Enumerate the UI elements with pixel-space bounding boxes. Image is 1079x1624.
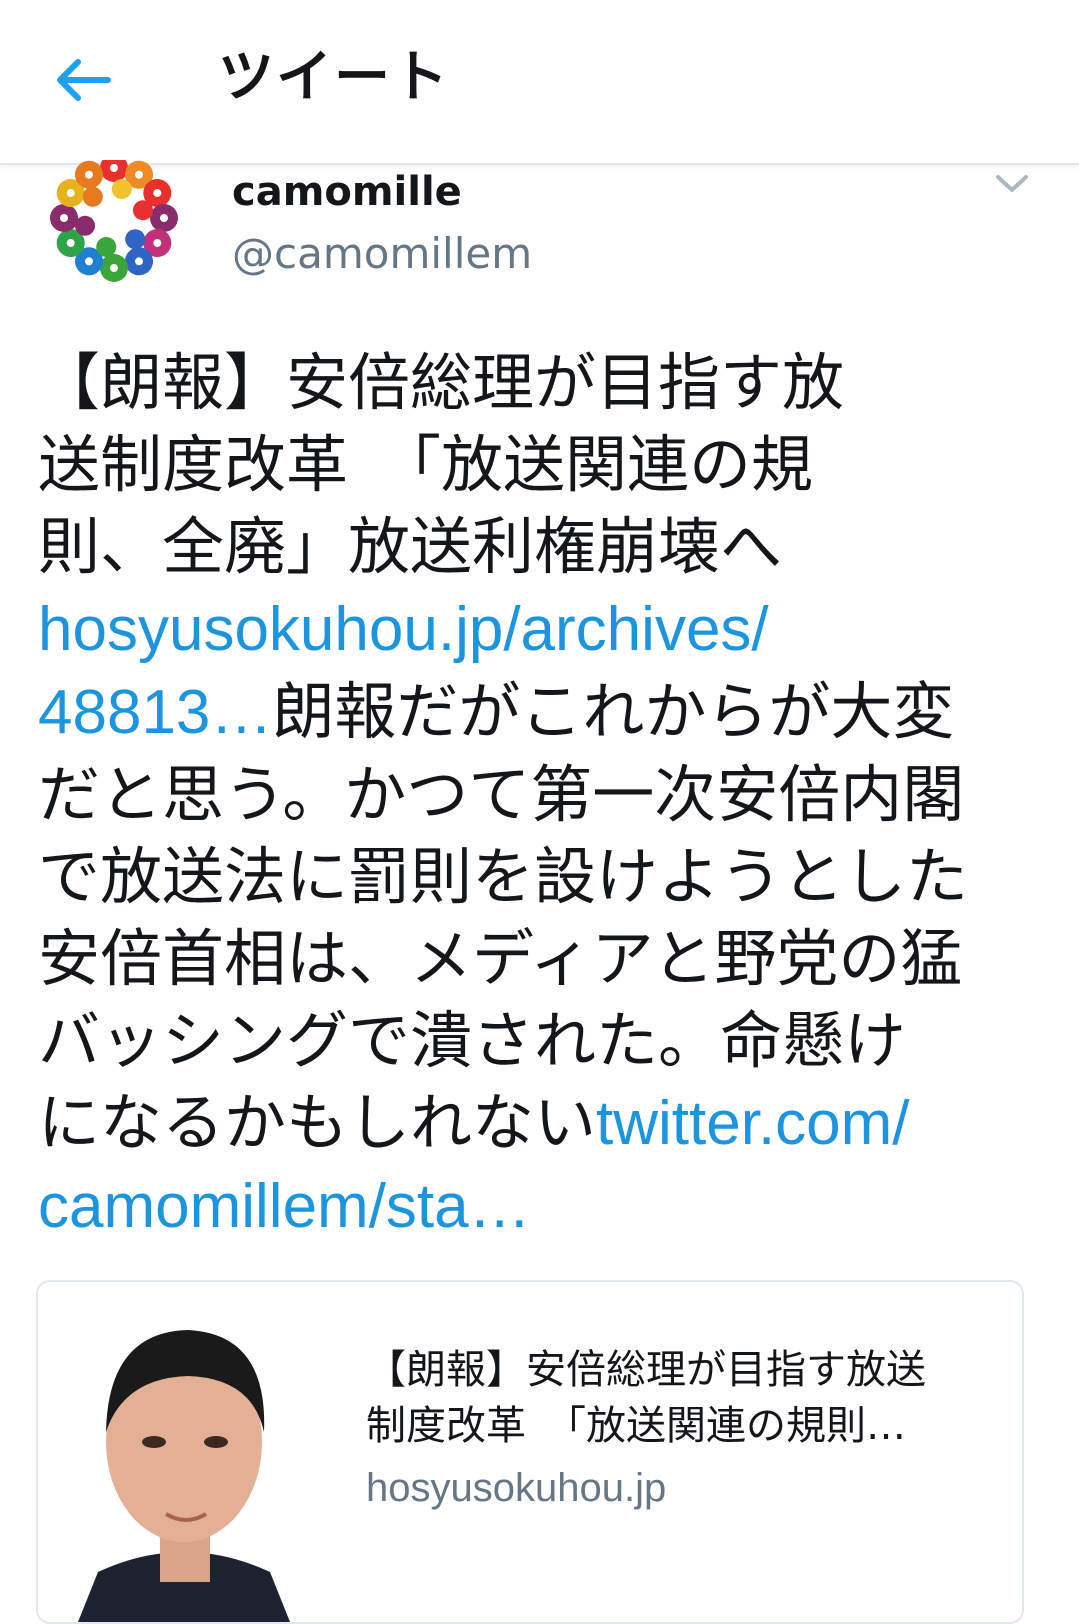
card-domain: hosyusokuhou.jp: [366, 1466, 667, 1510]
tweet-options-button[interactable]: [984, 164, 1040, 204]
back-button[interactable]: [48, 44, 120, 116]
page-title: ツイート: [218, 45, 450, 110]
arrow-left-icon: [57, 59, 111, 101]
app-header: ツイート: [0, 0, 1079, 165]
tweet-text: 【朗報】安倍総理が目指す放 送制度改革 「放送関連の規 則、全廃」放送利権崩壊へ…: [38, 342, 1038, 1248]
user-handle[interactable]: @camomillem: [232, 228, 532, 280]
flower-wreath-avatar: [50, 160, 178, 282]
user-name[interactable]: camomille: [232, 166, 462, 218]
link-preview-card[interactable]: 【朗報】安倍総理が目指す放送 制度改革 「放送関連の規則… hosyusokuh…: [36, 1280, 1024, 1624]
card-thumbnail: [38, 1282, 330, 1622]
chevron-down-icon: [996, 175, 1028, 192]
tweet-text-segment: 朗報だがこれからが大変 だと思う。かつて第一次安倍内閣 で放送法に罰則を設けよう…: [38, 675, 969, 1159]
avatar[interactable]: [36, 160, 192, 300]
card-title: 【朗報】安倍総理が目指す放送 制度改革 「放送関連の規則…: [366, 1347, 926, 1449]
portrait-photo: [38, 1282, 330, 1622]
tweet-text-segment: 【朗報】安倍総理が目指す放 送制度改革 「放送関連の規 則、全廃」放送利権崩壊へ: [38, 346, 845, 583]
